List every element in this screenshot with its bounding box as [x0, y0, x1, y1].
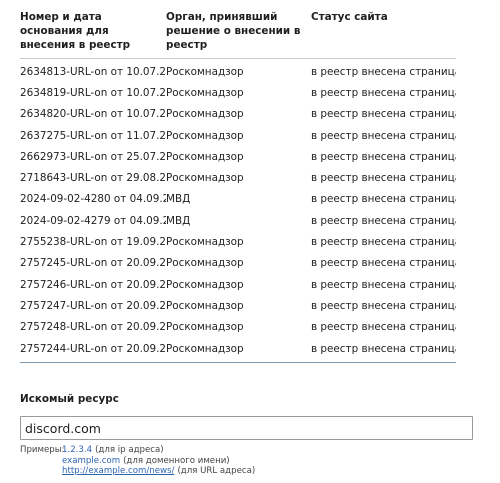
table-row: 2757246-URL-on от 20.09.2024Роскомнадзор…: [20, 274, 456, 295]
cell-status: в реестр внесена страница: [311, 342, 456, 355]
cell-authority: Роскомнадзор: [166, 299, 244, 312]
cell-authority: Роскомнадзор: [166, 108, 244, 121]
cell-status: в реестр внесена страница: [311, 299, 456, 312]
example-domain-link[interactable]: example.com: [62, 456, 120, 467]
example-row: http://example.com/news/ (для URL адреса…: [20, 466, 255, 477]
cell-status: в реестр внесена страница: [311, 214, 456, 227]
cell-status: в реестр внесена страница: [311, 86, 456, 99]
cell-status: в реестр внесена страница: [311, 193, 456, 206]
cell-status: в реестр внесена страница: [311, 236, 456, 249]
cell-status: в реестр внесена страница: [311, 65, 456, 78]
cell-basis: 2757247-URL-on от 20.09.2024: [20, 299, 166, 312]
example-url-note: (для URL адреса): [177, 466, 256, 477]
cell-basis: 2757244-URL-on от 20.09.2024: [20, 342, 166, 355]
cell-status: в реестр внесена страница: [311, 172, 456, 185]
cell-status: в реестр внесена страница: [311, 257, 456, 270]
cell-status: в реестр внесена страница: [311, 108, 456, 121]
cell-basis: 2637275-URL-on от 11.07.2024: [20, 129, 166, 142]
header-status: Статус сайта: [311, 0, 456, 59]
cell-authority: Роскомнадзор: [166, 278, 244, 291]
cell-authority: Роскомнадзор: [166, 86, 244, 99]
search-input[interactable]: [20, 416, 473, 440]
search-examples: Примеры: 1.2.3.4 (для ip адреса) example…: [20, 445, 255, 477]
cell-basis: 2634813-URL-on от 10.07.2024: [20, 65, 166, 78]
cell-status: в реестр внесена страница: [311, 321, 456, 334]
cell-basis: 2757246-URL-on от 20.09.2024: [20, 278, 166, 291]
cell-authority: Роскомнадзор: [166, 150, 244, 163]
registry-table-body: 2634813-URL-on от 10.07.2024Роскомнадзор…: [20, 59, 456, 360]
header-authority: Орган, принявший решение о внесении в ре…: [166, 0, 311, 59]
cell-basis: 2757248-URL-on от 20.09.2024: [20, 321, 166, 334]
table-row: 2757244-URL-on от 20.09.2024Роскомнадзор…: [20, 338, 456, 359]
table-row: 2757247-URL-on от 20.09.2024Роскомнадзор…: [20, 295, 456, 316]
table-row: 2757248-URL-on от 20.09.2024Роскомнадзор…: [20, 317, 456, 338]
example-ip-note: (для ip адреса): [95, 445, 164, 455]
cell-status: в реестр внесена страница: [311, 150, 456, 163]
cell-basis: 2024-09-02-4279 от 04.09.2024: [20, 214, 166, 227]
table-row: 2637275-URL-on от 11.07.2024Роскомнадзор…: [20, 125, 456, 146]
cell-authority: Роскомнадзор: [166, 257, 244, 270]
table-row: 2757245-URL-on от 20.09.2024Роскомнадзор…: [20, 253, 456, 274]
cell-authority: Роскомнадзор: [166, 236, 244, 249]
registry-table: Номер и дата основания для внесения в ре…: [20, 0, 456, 359]
table-row: 2718643-URL-on от 29.08.2024Роскомнадзор…: [20, 167, 456, 188]
table-row: 2634819-URL-on от 10.07.2024Роскомнадзор…: [20, 82, 456, 103]
cell-authority: Роскомнадзор: [166, 172, 244, 185]
example-row: Примеры: 1.2.3.4 (для ip адреса): [20, 445, 255, 456]
registry-table-head: Номер и дата основания для внесения в ре…: [20, 0, 456, 59]
cell-basis: 2718643-URL-on от 29.08.2024: [20, 172, 166, 185]
cell-status: в реестр внесена страница: [311, 278, 456, 291]
example-url-link[interactable]: http://example.com/news/: [62, 466, 174, 477]
cell-authority: МВД: [166, 214, 191, 227]
table-row: 2634820-URL-on от 10.07.2024Роскомнадзор…: [20, 104, 456, 125]
cell-authority: Роскомнадзор: [166, 65, 244, 78]
cell-basis: 2662973-URL-on от 25.07.2024: [20, 150, 166, 163]
cell-status: в реестр внесена страница: [311, 129, 456, 142]
search-title: Искомый ресурс: [20, 393, 119, 405]
cell-basis: 2757245-URL-on от 20.09.2024: [20, 257, 166, 270]
table-row: 2024-09-02-4279 от 04.09.2024МВД в реестр…: [20, 210, 456, 231]
cell-basis: 2634819-URL-on от 10.07.2024: [20, 86, 166, 99]
cell-basis: 2634820-URL-on от 10.07.2024: [20, 108, 166, 121]
table-row: 2755238-URL-on от 19.09.2024Роскомнадзор…: [20, 231, 456, 252]
header-basis: Номер и дата основания для внесения в ре…: [20, 0, 166, 59]
cell-basis: 2024-09-02-4280 от 04.09.2024: [20, 193, 166, 206]
example-domain-note: (для доменного имени): [123, 455, 230, 466]
cell-basis: 2755238-URL-on от 19.09.2024: [20, 236, 166, 249]
example-ip-link[interactable]: 1.2.3.4: [62, 445, 92, 456]
examples-label: Примеры:: [20, 445, 65, 455]
cell-authority: Роскомнадзор: [166, 342, 244, 355]
cell-authority: Роскомнадзор: [166, 129, 244, 142]
example-row: example.com (для доменного имени): [20, 456, 255, 467]
cell-authority: МВД: [166, 193, 191, 206]
section-divider: [20, 362, 456, 363]
cell-authority: Роскомнадзор: [166, 321, 244, 334]
table-row: 2662973-URL-on от 25.07.2024Роскомнадзор…: [20, 146, 456, 167]
table-row: 2024-09-02-4280 от 04.09.2024МВД в реестр…: [20, 189, 456, 210]
registry-section: Номер и дата основания для внесения в ре…: [20, 0, 456, 359]
table-row: 2634813-URL-on от 10.07.2024Роскомнадзор…: [20, 59, 456, 83]
table-header-row: Номер и дата основания для внесения в ре…: [20, 0, 456, 59]
